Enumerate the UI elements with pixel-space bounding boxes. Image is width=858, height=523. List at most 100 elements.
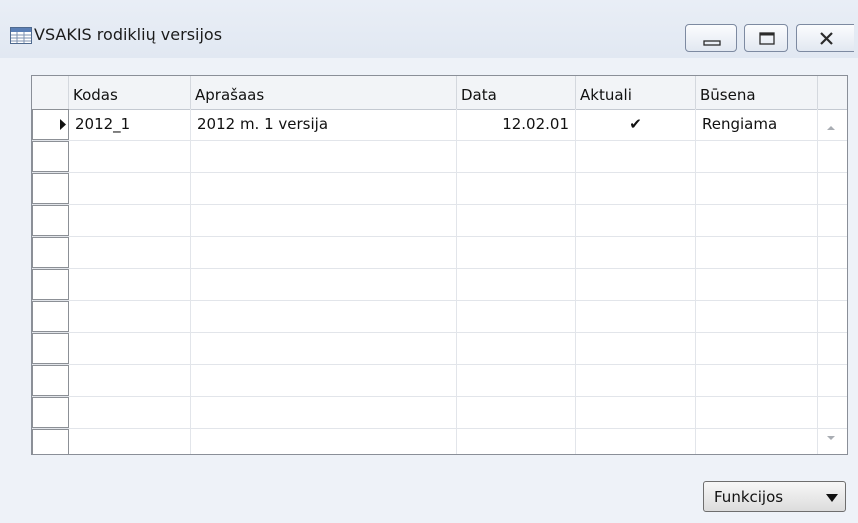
- funkcijos-dropdown-button[interactable]: Funkcijos: [703, 481, 846, 512]
- cell-empty[interactable]: [576, 141, 696, 172]
- scroll-up-arrow-icon[interactable]: [825, 122, 837, 134]
- table-row-empty[interactable]: [32, 397, 847, 429]
- row-selector[interactable]: [32, 173, 69, 204]
- cell-empty[interactable]: [69, 269, 191, 300]
- row-selector[interactable]: [32, 141, 69, 172]
- cell-empty[interactable]: [576, 269, 696, 300]
- cell-empty[interactable]: [69, 141, 191, 172]
- close-button[interactable]: [796, 24, 854, 52]
- cell-empty[interactable]: [191, 429, 457, 454]
- column-header-aktuali[interactable]: Aktuali: [576, 76, 696, 109]
- cell-empty[interactable]: [69, 397, 191, 428]
- table-row-empty[interactable]: [32, 237, 847, 269]
- cell-empty[interactable]: [191, 365, 457, 396]
- cell-empty[interactable]: [191, 301, 457, 332]
- cell-empty[interactable]: [696, 301, 818, 332]
- cell-empty[interactable]: [191, 141, 457, 172]
- cell-empty[interactable]: [191, 173, 457, 204]
- cell-empty[interactable]: [696, 205, 818, 236]
- cell-empty[interactable]: [576, 365, 696, 396]
- cell-aktuali-checkmark[interactable]: ✔: [576, 109, 696, 140]
- cell-empty[interactable]: [696, 269, 818, 300]
- table-row-empty[interactable]: [32, 173, 847, 205]
- row-selector[interactable]: [32, 397, 69, 428]
- cell-empty[interactable]: [457, 141, 576, 172]
- maximize-icon: [759, 32, 775, 45]
- cell-empty[interactable]: [191, 237, 457, 268]
- table-header: Kodas Aprašaas Data Aktuali Būsena: [32, 76, 847, 110]
- cell-empty[interactable]: [191, 205, 457, 236]
- header-row-selector: [32, 76, 69, 109]
- column-header-data[interactable]: Data: [457, 76, 576, 109]
- cell-busena[interactable]: Rengiama: [696, 109, 818, 140]
- cell-empty[interactable]: [696, 365, 818, 396]
- cell-empty[interactable]: [69, 365, 191, 396]
- table-row-empty[interactable]: [32, 141, 847, 173]
- cell-empty[interactable]: [69, 237, 191, 268]
- row-selector[interactable]: [32, 205, 69, 236]
- cell-empty[interactable]: [576, 397, 696, 428]
- cell-empty[interactable]: [696, 333, 818, 364]
- cell-empty[interactable]: [191, 397, 457, 428]
- window-title: VSAKIS rodiklių versijos: [34, 25, 223, 44]
- cell-empty[interactable]: [457, 269, 576, 300]
- cell-empty[interactable]: [457, 397, 576, 428]
- cell-aprasas[interactable]: 2012 m. 1 versija: [191, 109, 457, 140]
- cell-empty[interactable]: [191, 269, 457, 300]
- dropdown-arrow-icon: [826, 494, 838, 502]
- column-header-busena[interactable]: Būsena: [696, 76, 818, 109]
- cell-empty[interactable]: [69, 205, 191, 236]
- cell-empty[interactable]: [457, 301, 576, 332]
- column-header-aprasas[interactable]: Aprašaas: [191, 76, 457, 109]
- versions-table[interactable]: Kodas Aprašaas Data Aktuali Būsena 2012_…: [31, 75, 848, 455]
- minimize-icon: [703, 40, 721, 46]
- cell-empty[interactable]: [69, 429, 191, 454]
- header-scroll-spacer: [818, 76, 847, 109]
- minimize-button[interactable]: [685, 24, 737, 52]
- cell-data[interactable]: 12.02.01: [457, 109, 576, 140]
- row-selector[interactable]: [32, 237, 69, 268]
- cell-empty[interactable]: [696, 237, 818, 268]
- close-icon: [820, 32, 833, 45]
- cell-empty[interactable]: [457, 429, 576, 454]
- row-selector[interactable]: [32, 365, 69, 396]
- funkcijos-label: Funkcijos: [714, 488, 784, 506]
- table-row-empty[interactable]: [32, 205, 847, 237]
- cell-empty[interactable]: [457, 237, 576, 268]
- cell-empty[interactable]: [696, 397, 818, 428]
- cell-empty[interactable]: [576, 429, 696, 454]
- current-row-arrow-icon: [60, 119, 66, 130]
- table-row-empty[interactable]: [32, 269, 847, 301]
- table-row-empty[interactable]: [32, 301, 847, 333]
- cell-empty[interactable]: [457, 205, 576, 236]
- cell-empty[interactable]: [576, 205, 696, 236]
- cell-empty[interactable]: [69, 173, 191, 204]
- row-selector[interactable]: [32, 301, 69, 332]
- row-selector[interactable]: [32, 109, 69, 140]
- scroll-down-arrow-icon[interactable]: [825, 432, 837, 444]
- table-row-empty[interactable]: [32, 365, 847, 397]
- cell-empty[interactable]: [576, 301, 696, 332]
- cell-kodas[interactable]: 2012_1: [69, 109, 191, 140]
- cell-empty[interactable]: [696, 429, 818, 454]
- cell-empty[interactable]: [696, 141, 818, 172]
- row-selector[interactable]: [32, 333, 69, 364]
- cell-empty[interactable]: [576, 237, 696, 268]
- cell-empty[interactable]: [457, 333, 576, 364]
- cell-empty[interactable]: [69, 301, 191, 332]
- title-bar: VSAKIS rodiklių versijos: [0, 0, 858, 58]
- cell-empty[interactable]: [576, 333, 696, 364]
- cell-empty[interactable]: [576, 173, 696, 204]
- cell-empty[interactable]: [457, 173, 576, 204]
- maximize-button[interactable]: [744, 24, 788, 52]
- row-selector[interactable]: [32, 269, 69, 300]
- table-row[interactable]: 2012_1 2012 m. 1 versija 12.02.01 ✔ Reng…: [32, 109, 847, 141]
- column-header-kodas[interactable]: Kodas: [69, 76, 191, 109]
- cell-empty[interactable]: [69, 333, 191, 364]
- table-row-empty[interactable]: [32, 429, 847, 454]
- cell-empty[interactable]: [191, 333, 457, 364]
- row-selector[interactable]: [32, 429, 69, 454]
- cell-empty[interactable]: [696, 173, 818, 204]
- cell-empty[interactable]: [457, 365, 576, 396]
- table-row-empty[interactable]: [32, 333, 847, 365]
